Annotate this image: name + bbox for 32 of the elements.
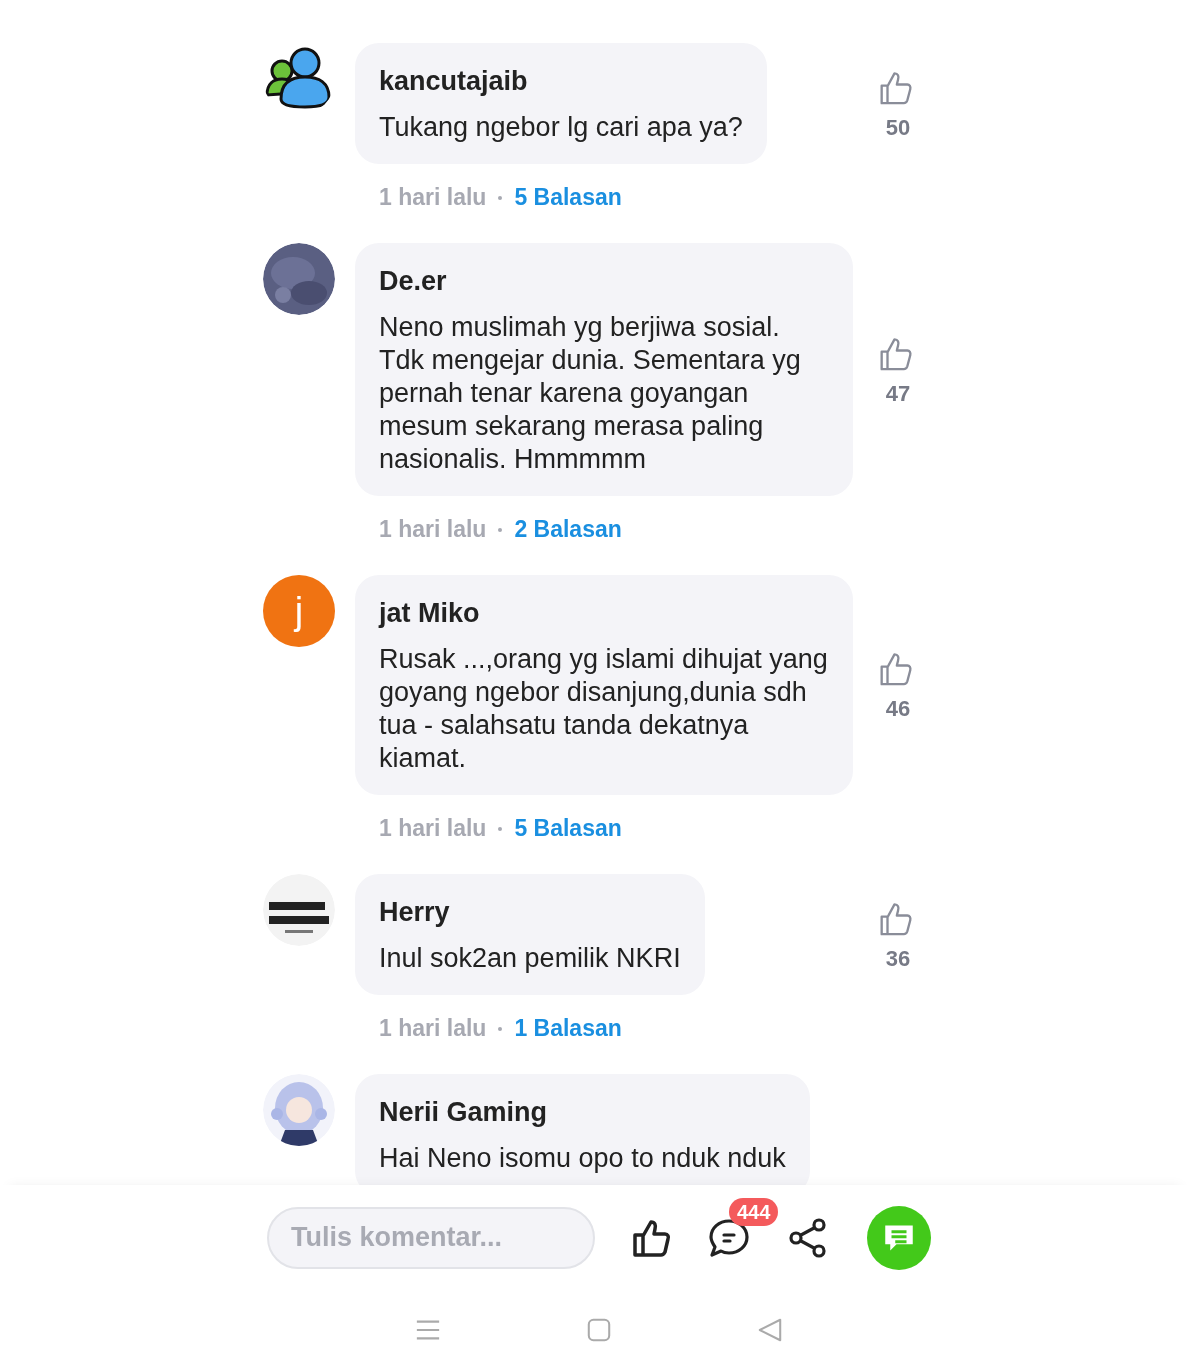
timestamp: 1 hari lalu <box>379 184 487 211</box>
author-name: kancutajaib <box>379 65 529 98</box>
timestamp: 1 hari lalu <box>379 516 487 543</box>
comment-count-badge: 444 <box>729 1197 779 1226</box>
separator-dot <box>498 527 503 532</box>
replies-link[interactable]: 2 Balasan <box>514 516 622 543</box>
back-icon[interactable] <box>757 1316 783 1343</box>
comment-text: Tukang ngebor lg cari apa ya? <box>379 111 743 144</box>
replies-link[interactable]: 5 Balasan <box>514 815 622 842</box>
comment-text: Hai Neno isomu opo to nduk nduk <box>379 1142 786 1175</box>
separator-dot <box>498 1026 503 1031</box>
author-name: De.er <box>379 265 448 298</box>
replies-link[interactable]: 5 Balasan <box>514 184 622 211</box>
like-count: 47 <box>884 380 912 407</box>
author-name: Nerii Gaming <box>379 1096 549 1129</box>
author-name: jat Miko <box>379 597 481 630</box>
comment-text: Neno muslimah yg berjiwa sosial. Tdk mengejar dunia. Sementara yg pernah tenar karena goyangan mesum sekarang merasa paling nasionalis. Hmmmmm <box>379 311 802 476</box>
comment-text: Rusak ...,orang yg islami dihujat yang goyang ngebor disanjung,dunia sdh tua - salahsatu tanda dekatnya kiamat. <box>379 643 829 775</box>
replies-link[interactable]: 1 Balasan <box>514 1015 622 1042</box>
timestamp: 1 hari lalu <box>379 815 487 842</box>
comment-input-field[interactable]: Tulis komentar... <box>267 1206 595 1269</box>
letter-avatar: j <box>263 575 335 647</box>
home-icon[interactable] <box>586 1316 612 1343</box>
like-count: 50 <box>884 114 912 141</box>
separator-dot <box>498 195 503 200</box>
like-count: 46 <box>884 696 912 722</box>
timestamp: 1 hari lalu <box>379 1015 487 1042</box>
message-icon <box>884 1223 914 1252</box>
like-count: 36 <box>884 945 912 972</box>
comment-text: Inul sok2an pemilik NKRI <box>379 942 681 975</box>
author-name: Herry <box>379 896 451 929</box>
separator-dot <box>498 826 503 831</box>
